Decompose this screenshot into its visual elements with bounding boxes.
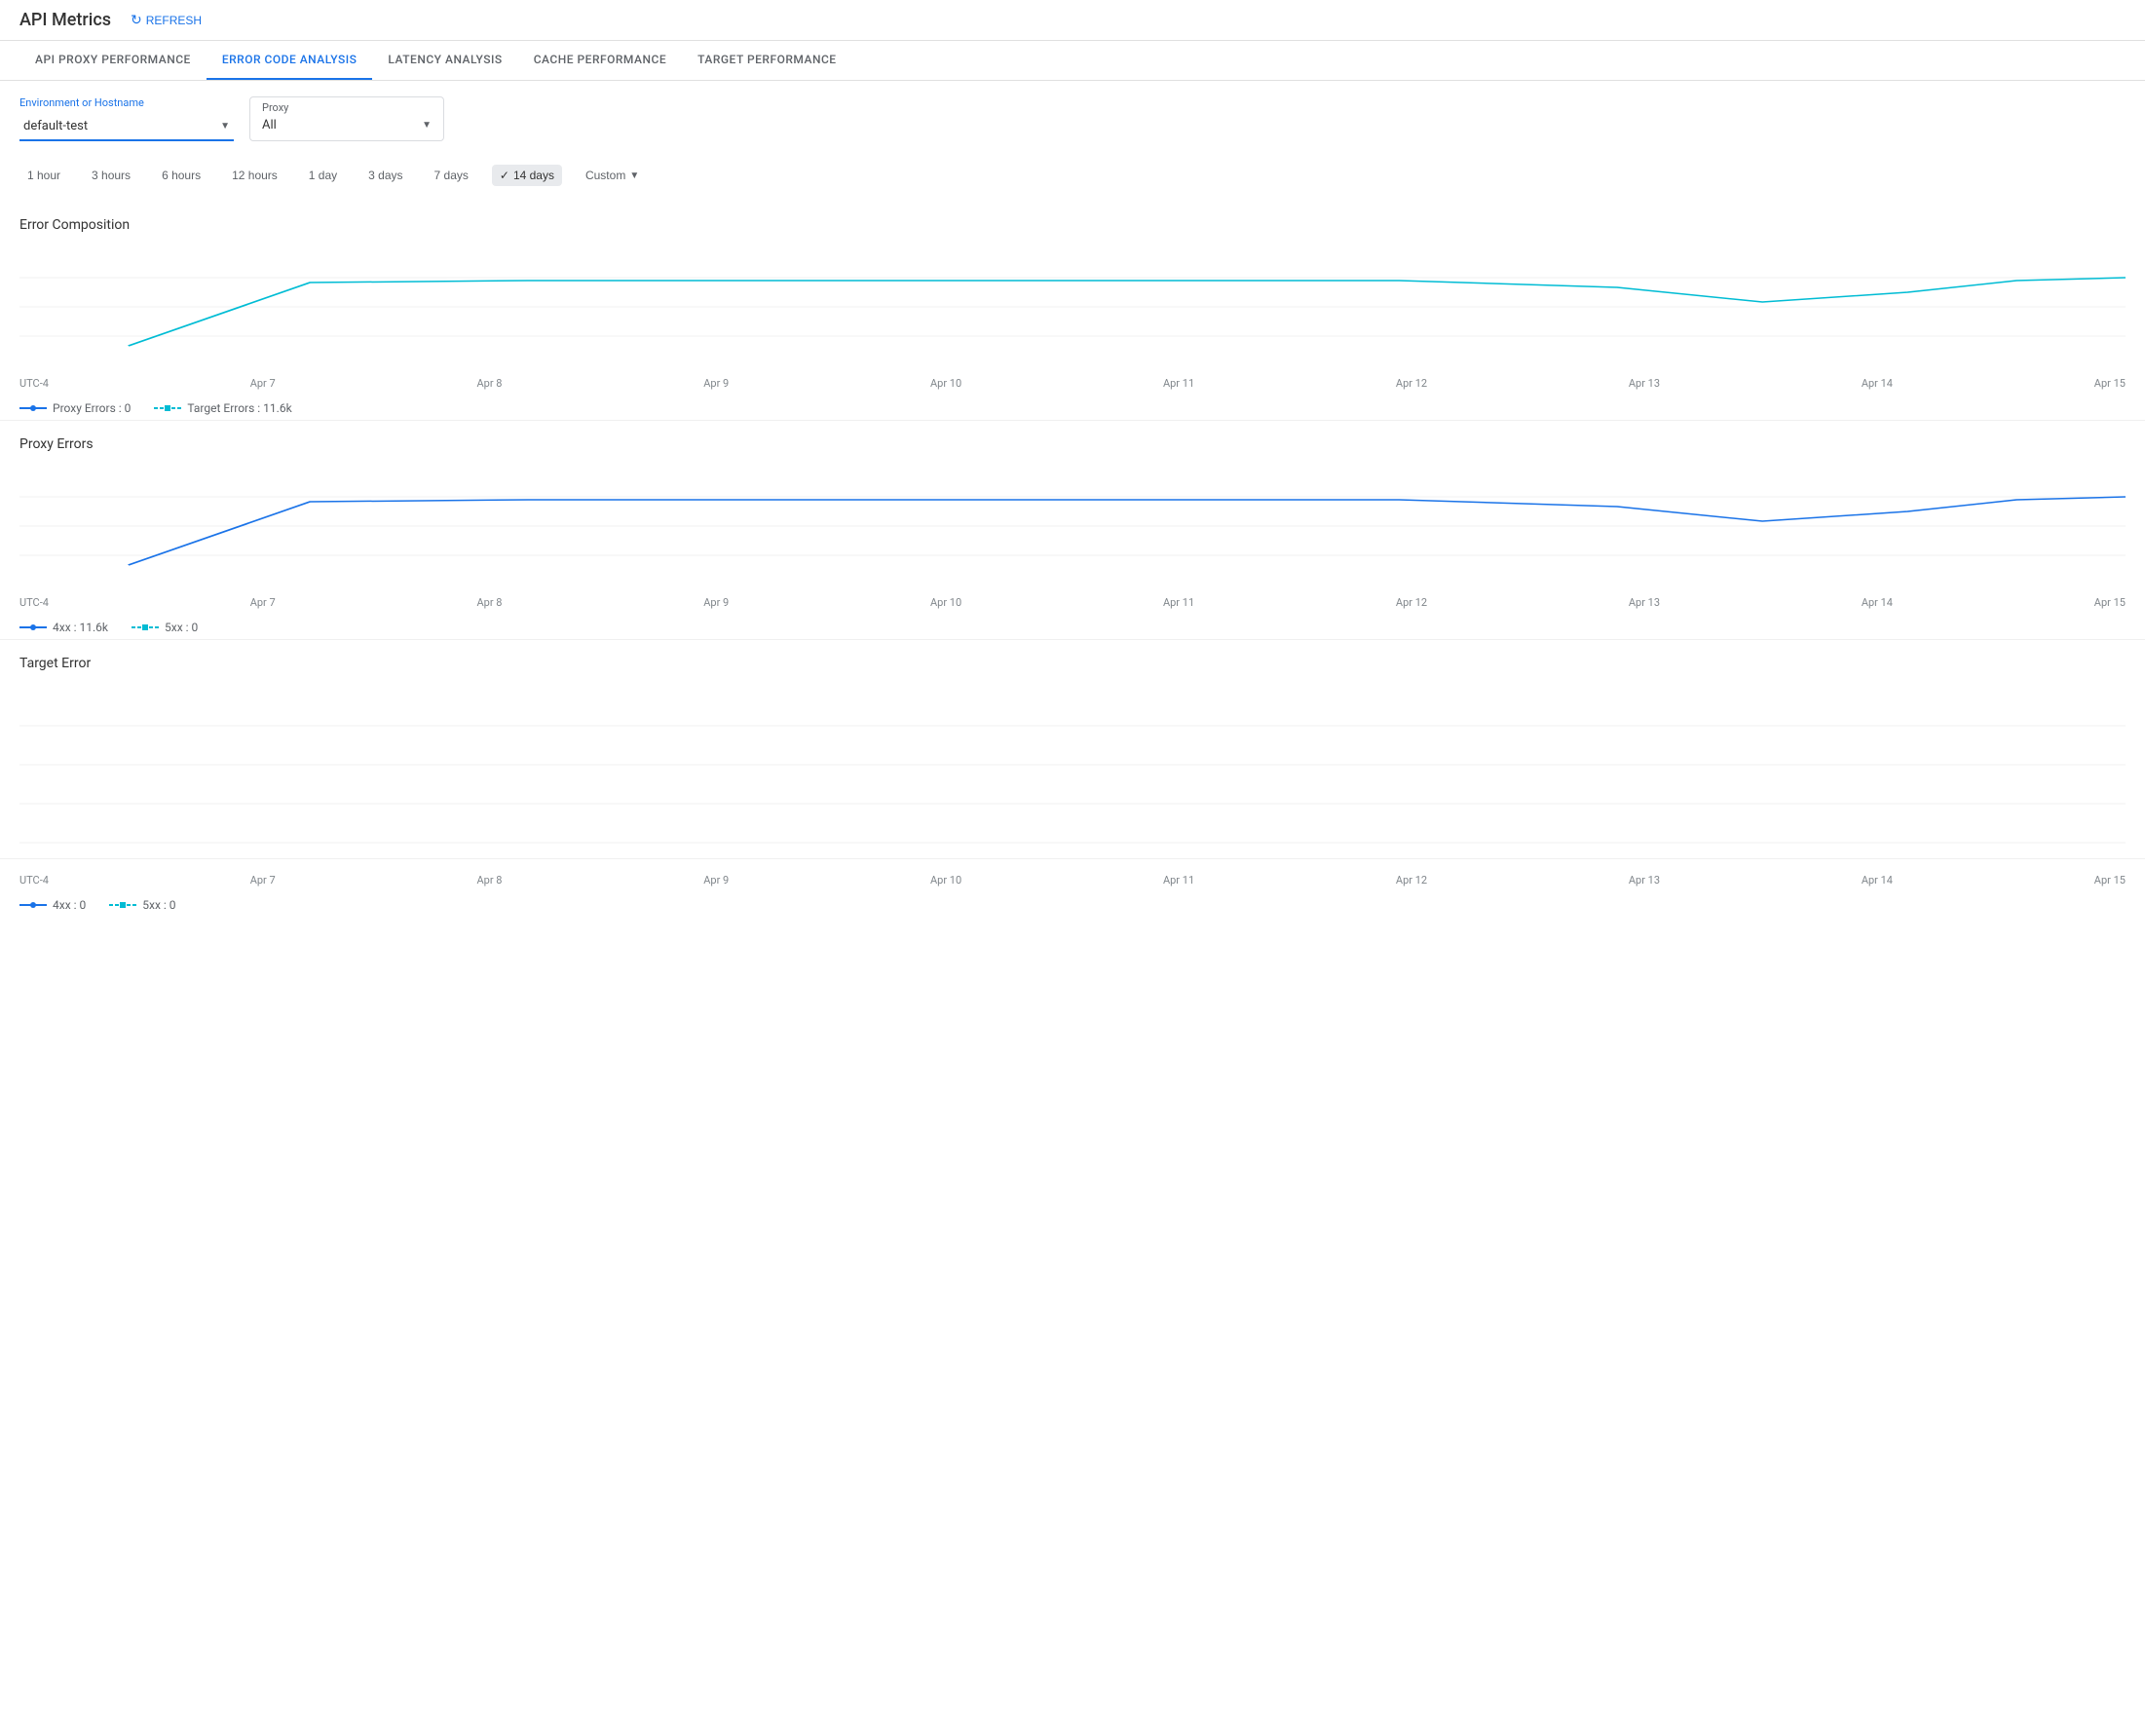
time-custom[interactable]: Custom ▼ xyxy=(578,165,647,186)
target-4xx-legend-icon xyxy=(19,899,47,911)
proxy-errors-title: Proxy Errors xyxy=(19,436,2126,452)
target-errors-legend-icon xyxy=(154,402,181,414)
target-5xx-legend-icon xyxy=(109,899,136,911)
proxy-errors-chart: UTC-4 Apr 7 Apr 8 Apr 9 Apr 10 Apr 11 Ap… xyxy=(19,468,2126,623)
target-error-section: Target Error UTC-4 Apr 7 Apr 8 Apr 9 Apr… xyxy=(0,640,2145,859)
tab-target[interactable]: TARGET PERFORMANCE xyxy=(682,41,851,80)
page-header: API Metrics ↻ REFRESH xyxy=(0,0,2145,41)
env-dropdown-arrow: ▼ xyxy=(220,121,230,132)
time-filter-bar: 1 hour 3 hours 6 hours 12 hours 1 day 3 … xyxy=(0,157,2145,202)
proxy-errors-legend: Proxy Errors : 0 xyxy=(19,401,131,415)
5xx-legend-icon xyxy=(132,622,159,633)
time-14days[interactable]: ✓ 14 days xyxy=(492,165,562,186)
proxy-value: All xyxy=(262,118,277,132)
tab-latency[interactable]: LATENCY ANALYSIS xyxy=(372,41,517,80)
time-1hour[interactable]: 1 hour xyxy=(19,165,68,186)
proxy-errors-legend-label: Proxy Errors : 0 xyxy=(53,401,131,415)
5xx-legend: 5xx : 0 xyxy=(132,621,198,634)
target-error-legend: 4xx : 0 5xx : 0 xyxy=(19,890,2126,920)
filter-bar: Environment or Hostname default-test ▼ P… xyxy=(0,81,2145,157)
4xx-legend: 4xx : 11.6k xyxy=(19,621,108,634)
error-composition-svg xyxy=(19,248,2126,365)
proxy-select[interactable]: All ▼ xyxy=(262,114,432,132)
checkmark-icon: ✓ xyxy=(500,169,509,182)
target-errors-legend: Target Errors : 11.6k xyxy=(154,401,291,415)
target-error-chart: UTC-4 Apr 7 Apr 8 Apr 9 Apr 10 Apr 11 Ap… xyxy=(19,687,2126,843)
refresh-button[interactable]: ↻ REFRESH xyxy=(131,12,202,28)
tab-api-proxy[interactable]: API PROXY PERFORMANCE xyxy=(19,41,207,80)
error-composition-section: Error Composition UTC-4 Apr 7 Apr 8 Apr … xyxy=(0,202,2145,421)
proxy-dropdown-arrow: ▼ xyxy=(422,120,432,131)
error-composition-chart: UTC-4 Apr 7 Apr 8 Apr 9 Apr 10 Apr 11 Ap… xyxy=(19,248,2126,404)
tab-cache[interactable]: CACHE PERFORMANCE xyxy=(518,41,682,80)
env-label: Environment or Hostname xyxy=(19,96,234,109)
proxy-errors-section: Proxy Errors UTC-4 Apr 7 Apr 8 Apr 9 Apr… xyxy=(0,421,2145,640)
time-3days[interactable]: 3 days xyxy=(360,165,410,186)
proxy-errors-xaxis: UTC-4 Apr 7 Apr 8 Apr 9 Apr 10 Apr 11 Ap… xyxy=(19,592,2126,613)
env-select[interactable]: default-test ▼ xyxy=(19,113,234,141)
time-12hours[interactable]: 12 hours xyxy=(224,165,285,186)
tab-error-code[interactable]: ERROR CODE ANALYSIS xyxy=(207,41,373,80)
time-1day[interactable]: 1 day xyxy=(301,165,345,186)
error-composition-title: Error Composition xyxy=(19,217,2126,233)
refresh-label: REFRESH xyxy=(146,14,202,27)
target-errors-legend-label: Target Errors : 11.6k xyxy=(187,401,291,415)
proxy-errors-svg xyxy=(19,468,2126,585)
4xx-legend-label: 4xx : 11.6k xyxy=(53,621,108,634)
target-error-svg xyxy=(19,687,2126,862)
env-filter-wrapper: Environment or Hostname default-test ▼ xyxy=(19,96,234,141)
target-4xx-legend: 4xx : 0 xyxy=(19,898,86,912)
time-7days[interactable]: 7 days xyxy=(427,165,476,186)
error-composition-xaxis: UTC-4 Apr 7 Apr 8 Apr 9 Apr 10 Apr 11 Ap… xyxy=(19,373,2126,394)
5xx-legend-label: 5xx : 0 xyxy=(165,621,198,634)
time-3hours[interactable]: 3 hours xyxy=(84,165,138,186)
proxy-fieldset: Proxy All ▼ xyxy=(249,96,444,141)
error-composition-legend: Proxy Errors : 0 Target Errors : 11.6k xyxy=(19,394,2126,423)
target-error-xaxis: UTC-4 Apr 7 Apr 8 Apr 9 Apr 10 Apr 11 Ap… xyxy=(19,870,2126,890)
refresh-icon: ↻ xyxy=(131,12,142,28)
target-error-title: Target Error xyxy=(19,656,2126,671)
target-4xx-legend-label: 4xx : 0 xyxy=(53,898,86,912)
time-6hours[interactable]: 6 hours xyxy=(154,165,208,186)
custom-dropdown-arrow: ▼ xyxy=(629,170,639,181)
target-5xx-legend-label: 5xx : 0 xyxy=(142,898,175,912)
tab-bar: API PROXY PERFORMANCE ERROR CODE ANALYSI… xyxy=(0,41,2145,81)
env-value: default-test xyxy=(23,119,88,133)
proxy-label: Proxy xyxy=(262,101,432,114)
proxy-errors-legend-icon xyxy=(19,402,47,414)
4xx-legend-icon xyxy=(19,622,47,633)
target-5xx-legend: 5xx : 0 xyxy=(109,898,175,912)
proxy-errors-legend: 4xx : 11.6k 5xx : 0 xyxy=(19,613,2126,642)
page-title: API Metrics xyxy=(19,10,111,30)
proxy-filter-wrapper: Proxy All ▼ xyxy=(249,96,444,141)
